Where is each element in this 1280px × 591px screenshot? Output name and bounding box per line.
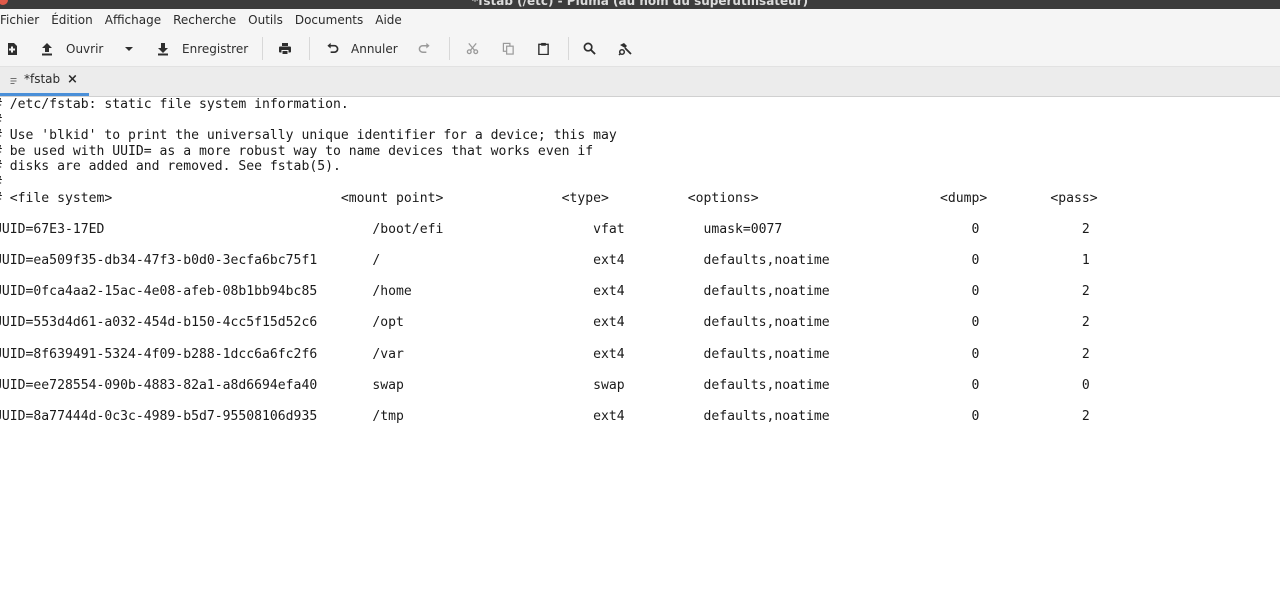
cut-button[interactable] <box>466 31 479 66</box>
code-line: UUID=8a77444d-0c3c-4989-b5d7-95508106d93… <box>0 408 1090 424</box>
paste-button[interactable] <box>537 31 550 66</box>
toolbar-separator <box>568 37 569 60</box>
code-line: UUID=67E3-17ED /boot/efi vfat umask=0077… <box>0 221 1090 237</box>
code-line: UUID=ee728554-090b-4883-82a1-a8d6694efa4… <box>0 377 1090 393</box>
document-tabbar: *fstab × <box>0 67 1280 97</box>
scissors-icon <box>466 42 479 55</box>
menu-fichier[interactable]: Fichier <box>0 13 45 27</box>
code-line: # be used with UUID= as a more robust wa… <box>0 143 594 159</box>
window-title: *fstab (/etc) - Pluma (au nom du superut… <box>471 0 809 8</box>
code-line: UUID=8f639491-5324-4f09-b288-1dcc6a6fc2f… <box>0 346 1090 362</box>
undo-button[interactable]: Annuler <box>326 31 398 66</box>
tab-close-icon[interactable]: × <box>67 72 78 87</box>
toolbar-separator <box>262 37 263 60</box>
clipboard-icon <box>538 42 549 55</box>
print-button[interactable] <box>278 31 292 66</box>
upload-arrow-icon <box>42 42 52 55</box>
printer-icon <box>279 42 291 55</box>
menu-edition[interactable]: Édition <box>45 13 99 27</box>
new-document-button[interactable] <box>5 31 19 66</box>
search-button[interactable] <box>583 31 596 66</box>
replace-button[interactable] <box>618 31 632 66</box>
open-recent-dropdown[interactable] <box>124 31 134 66</box>
code-line: # <box>0 175 1098 191</box>
code-line: # disks are added and removed. See fstab… <box>0 159 341 175</box>
redo-button[interactable] <box>418 31 431 66</box>
text-document-icon <box>10 78 17 84</box>
search-replace-icon <box>618 42 632 56</box>
toolbar-separator <box>309 37 310 60</box>
menu-documents[interactable]: Documents <box>289 13 369 27</box>
text-editor[interactable]: # /etc/fstab: static file system informa… <box>0 97 1280 591</box>
search-icon <box>583 42 596 55</box>
download-arrow-icon <box>158 42 168 55</box>
menu-recherche[interactable]: Recherche <box>167 13 242 27</box>
undo-label: Annuler <box>351 41 398 56</box>
save-button[interactable]: Enregistrer <box>156 31 248 66</box>
code-line: UUID=0fca4aa2-15ac-4e08-afeb-08b1bb94bc8… <box>0 284 1090 300</box>
editor-content: # /etc/fstab: static file system informa… <box>0 97 1098 424</box>
open-button[interactable]: Ouvrir <box>40 31 103 66</box>
active-tab-indicator <box>0 93 89 96</box>
undo-icon <box>327 42 339 54</box>
copy-button[interactable] <box>502 31 515 66</box>
copy-icon <box>502 42 514 55</box>
menubar: Fichier Édition Affichage Recherche Outi… <box>0 9 1280 31</box>
open-label: Ouvrir <box>66 41 104 56</box>
code-line: # Use 'blkid' to print the universally u… <box>0 128 617 144</box>
menu-affichage[interactable]: Affichage <box>99 13 167 27</box>
tab-fstab[interactable]: *fstab × <box>0 67 89 96</box>
toolbar: Ouvrir Enregistrer Annuler <box>0 31 1280 67</box>
redo-icon <box>418 42 430 53</box>
code-line: UUID=ea509f35-db34-47f3-b0d0-3ecfa6bc75f… <box>0 252 1090 268</box>
save-label: Enregistrer <box>182 41 249 56</box>
code-line: # <box>0 113 1098 129</box>
chevron-down-icon <box>125 46 133 51</box>
window-titlebar: *fstab (/etc) - Pluma (au nom du superut… <box>0 0 1280 9</box>
code-line: # /etc/fstab: static file system informa… <box>0 97 349 112</box>
toolbar-separator <box>449 37 450 60</box>
menu-outils[interactable]: Outils <box>242 13 289 27</box>
code-line: UUID=553d4d61-a032-454d-b150-4cc5f15d52c… <box>0 315 1090 331</box>
new-document-icon <box>8 42 17 55</box>
menu-aide[interactable]: Aide <box>369 13 408 27</box>
code-line: # <file system> <mount point> <type> <op… <box>0 190 1098 206</box>
tab-label: *fstab <box>24 72 61 86</box>
